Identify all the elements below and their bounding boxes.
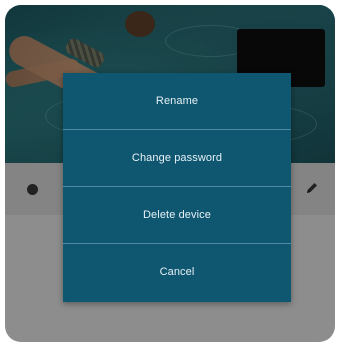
rename-menu-item[interactable]: Rename: [63, 73, 291, 130]
change-password-menu-item[interactable]: Change password: [63, 130, 291, 187]
device-card: Rename Change password Delete device Can…: [5, 5, 335, 342]
cancel-menu-item[interactable]: Cancel: [63, 244, 291, 300]
delete-device-menu-item[interactable]: Delete device: [63, 187, 291, 244]
device-options-menu: Rename Change password Delete device Can…: [63, 73, 291, 302]
